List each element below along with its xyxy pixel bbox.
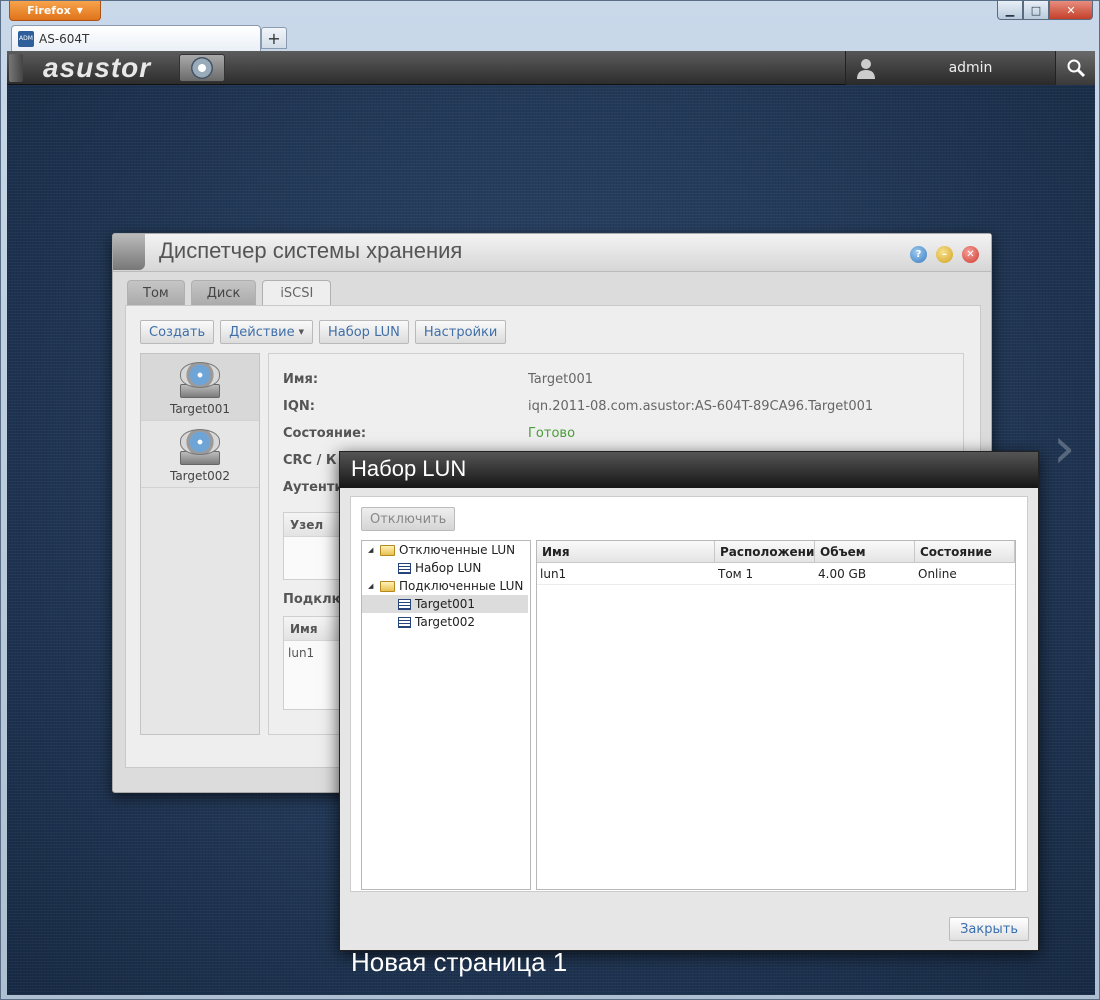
tree-label: Подключенные LUN <box>399 579 524 593</box>
target-item[interactable]: Target001 <box>141 354 259 421</box>
page-caption: Новая страница 1 <box>351 947 568 977</box>
target-label: Target001 <box>169 402 231 416</box>
window-controls: ▁ □ ✕ <box>997 1 1093 20</box>
tree-label: Target001 <box>415 597 476 611</box>
tab-disk[interactable]: Диск <box>190 280 257 305</box>
adm-desktop: asustor admin › Диспетчер системы хранен… <box>7 51 1095 995</box>
browser-window: Firefox ▼ ▁ □ ✕ ADM AS-604T + asustor adm… <box>0 0 1100 1000</box>
tree-node-connected[interactable]: ◢ Подключенные LUN <box>368 577 523 595</box>
window-header[interactable]: Диспетчер системы хранения ? – ✕ <box>113 234 991 272</box>
column-header-status[interactable]: Состояние <box>915 541 1015 563</box>
tab-bar: Том Диск iSCSI <box>127 280 332 305</box>
user-menu[interactable]: admin <box>845 51 1055 85</box>
taskbar-grip[interactable] <box>9 54 23 82</box>
chevron-down-icon: ▼ <box>76 6 83 15</box>
storage-manager-taskbar-icon[interactable] <box>179 54 225 82</box>
target-icon <box>398 598 411 610</box>
dialog-title: Набор LUN <box>351 456 467 481</box>
tree-node-disconnected[interactable]: ◢ Отключенные LUN <box>368 541 515 559</box>
iscsi-disk-icon <box>180 362 220 398</box>
tab-title: AS-604T <box>39 31 90 46</box>
target-label: Target002 <box>169 469 231 483</box>
tree-node-target001[interactable]: Target001 <box>362 595 528 613</box>
tree-node-target002[interactable]: Target002 <box>398 613 475 631</box>
cell-status: Online <box>918 567 957 581</box>
status-value: Готово <box>528 426 576 441</box>
lun-set-button[interactable]: Набор LUN <box>318 320 409 344</box>
column-header-name[interactable]: Имя <box>537 541 715 563</box>
tree-node-lun-set[interactable]: Набор LUN <box>398 559 481 577</box>
collapse-icon[interactable]: ◢ <box>368 582 376 590</box>
detail-value: Target001 <box>528 372 594 387</box>
tab-iscsi[interactable]: iSCSI <box>262 280 332 305</box>
table-row[interactable]: lun1 Том 1 4.00 GB Online <box>537 563 1015 585</box>
disk-icon <box>191 57 213 79</box>
minimize-icon[interactable]: – <box>936 246 953 263</box>
column-header-size[interactable]: Объем <box>815 541 915 563</box>
lun-set-button-label: Набор LUN <box>327 324 400 340</box>
asustor-logo: asustor <box>43 52 152 83</box>
browser-tab[interactable]: ADM AS-604T <box>11 25 261 51</box>
detail-label: Аутенти <box>283 480 344 495</box>
lun-tree: ◢ Отключенные LUN Набор LUN ◢ Подключенн… <box>361 540 531 890</box>
favicon-icon: ADM <box>18 30 34 47</box>
detail-state: Состояние: Готово <box>283 426 963 444</box>
detail-label: Подклю <box>283 592 345 607</box>
search-icon[interactable] <box>1055 51 1095 85</box>
settings-button[interactable]: Настройки <box>414 320 507 344</box>
tree-label: Target002 <box>415 615 476 629</box>
toolbar: Создать Действие ▼ Набор LUN Настройки <box>140 320 507 344</box>
dialog-content: Отключить ◢ Отключенные LUN Набор LUN ◢ <box>350 496 1028 892</box>
tree-label: Набор LUN <box>415 561 482 575</box>
detail-iqn: IQN: iqn.2011-08.com.asustor:AS-604T-89CA… <box>283 399 963 417</box>
collapse-icon[interactable]: ◢ <box>368 546 376 554</box>
next-page-arrow-icon[interactable]: › <box>1053 416 1075 481</box>
storage-manager-icon <box>113 234 145 270</box>
target-list: Target001 Target002 <box>140 353 260 735</box>
folder-icon <box>380 580 395 592</box>
dialog-header[interactable]: Набор LUN <box>340 452 1038 488</box>
tab-volume[interactable]: Том <box>127 280 185 305</box>
detail-value: iqn.2011-08.com.asustor:AS-604T-89CA96.T… <box>528 399 874 414</box>
close-button[interactable]: Закрыть <box>949 917 1029 941</box>
detail-label: Имя: <box>283 372 319 387</box>
target-icon <box>398 616 411 628</box>
chevron-down-icon: ▼ <box>298 328 304 336</box>
cell-size: 4.00 GB <box>818 567 867 581</box>
action-dropdown[interactable]: Действие ▼ <box>220 320 313 344</box>
target-item[interactable]: Target002 <box>141 421 259 488</box>
detail-label: Состояние: <box>283 426 367 441</box>
minimize-button[interactable]: ▁ <box>997 1 1023 20</box>
column-header-location[interactable]: Расположение <box>715 541 815 563</box>
cell-name: lun1 <box>540 567 567 581</box>
detail-label: IQN: <box>283 399 315 414</box>
user-name: admin <box>948 60 993 76</box>
adm-taskbar: asustor admin <box>7 51 1095 85</box>
new-tab-button[interactable]: + <box>261 27 287 49</box>
lun-grid: Имя Расположение Объем Состояние lun1 То… <box>536 540 1016 890</box>
folder-icon <box>380 544 395 556</box>
settings-button-label: Настройки <box>423 324 498 340</box>
action-dropdown-label: Действие <box>229 324 295 340</box>
window-title: Диспетчер системы хранения <box>159 238 463 263</box>
firefox-menu-button[interactable]: Firefox ▼ <box>9 1 101 21</box>
create-button-label: Создать <box>149 324 206 340</box>
create-button[interactable]: Создать <box>140 320 215 344</box>
user-icon <box>846 51 886 85</box>
maximize-button[interactable]: □ <box>1023 1 1049 20</box>
firefox-menu-label: Firefox <box>27 4 71 17</box>
tree-label: Отключенные LUN <box>399 543 516 557</box>
close-icon[interactable]: ✕ <box>962 246 979 263</box>
close-window-button[interactable]: ✕ <box>1049 1 1093 20</box>
iscsi-disk-icon <box>180 429 220 465</box>
lun-icon <box>398 562 411 574</box>
detail-name: Имя: Target001 <box>283 372 963 390</box>
disconnect-button[interactable]: Отключить <box>361 507 456 531</box>
grid-header: Имя Расположение Объем Состояние <box>537 541 1015 563</box>
detail-label: CRC / К <box>283 453 337 468</box>
window-buttons: ? – ✕ <box>910 246 979 263</box>
cell-location: Том 1 <box>718 567 754 581</box>
lun-set-dialog: Набор LUN Отключить ◢ Отключенные LUN На… <box>339 451 1039 951</box>
help-icon[interactable]: ? <box>910 246 927 263</box>
